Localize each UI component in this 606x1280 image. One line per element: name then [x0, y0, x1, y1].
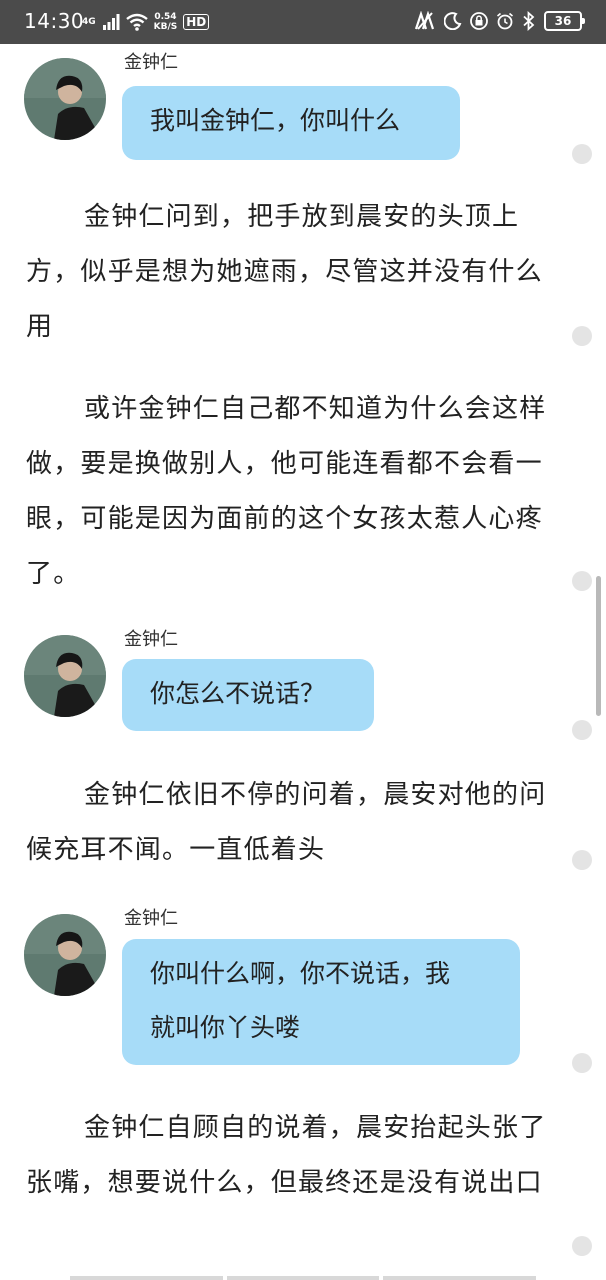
bottom-edge-strip — [70, 1276, 537, 1280]
speaker-name: 金钟仁 — [124, 629, 178, 650]
reader-content[interactable]: 金钟仁 我叫金钟仁，你叫什么 金钟仁问到，把手放到晨安的头顶上方，似乎是想为她遮… — [0, 44, 606, 1280]
wifi-icon — [125, 13, 148, 31]
story-paragraph: 或许金钟仁自己都不知道为什么会这样做，要是换做别人，他可能连看都不会看一眼，可能… — [26, 394, 547, 589]
moon-icon — [444, 12, 462, 30]
signal-icon — [102, 14, 120, 30]
story-paragraph: 金钟仁自顾自的说着，晨安抬起头张了张嘴，想要说什么，但最终还是没有说出口 — [26, 1113, 547, 1198]
paragraph-comment-dot[interactable] — [572, 1236, 592, 1256]
paragraph-comment-dot[interactable] — [572, 720, 592, 740]
bubble-text-line: 你叫什么啊，你不说话，我 — [150, 959, 451, 988]
status-time: 14:30 — [24, 9, 85, 33]
lock-icon — [470, 12, 488, 30]
speed-value: 0.54 — [154, 12, 177, 22]
hd-badge: HD — [183, 14, 210, 30]
paragraph-comment-dot[interactable] — [572, 144, 592, 164]
avatar[interactable] — [24, 58, 106, 140]
status-right-icons: 36 — [414, 11, 585, 31]
avatar[interactable] — [24, 914, 106, 996]
status-left-icons: 4G 0.54 KB/S HD — [82, 12, 210, 32]
paragraph-comment-dot[interactable] — [572, 1053, 592, 1073]
avatar-portrait-icon — [24, 635, 106, 717]
speed-unit: KB/S — [153, 22, 178, 32]
avatar-portrait-icon — [24, 58, 106, 140]
network-speed: 0.54 KB/S — [154, 12, 178, 32]
bubble-text-line: 我叫金钟仁，你叫什么 — [150, 106, 401, 135]
paragraph-comment-dot[interactable] — [572, 571, 592, 591]
bluetooth-icon — [523, 11, 535, 31]
chat-bubble: 你叫什么啊，你不说话，我 就叫你丫头喽 — [122, 939, 520, 1065]
speaker-name: 金钟仁 — [124, 908, 178, 929]
chat-bubble: 你怎么不说话？ — [122, 659, 374, 731]
avatar-portrait-icon — [24, 914, 106, 996]
avatar[interactable] — [24, 635, 106, 717]
paragraph-comment-dot[interactable] — [572, 326, 592, 346]
chat-bubble: 我叫金钟仁，你叫什么 — [122, 86, 460, 160]
bubble-text-line: 你怎么不说话？ — [150, 679, 326, 708]
alarm-icon — [496, 12, 514, 30]
bubble-text-line: 就叫你丫头喽 — [150, 1013, 301, 1042]
status-bar: 14:30 4G 0.54 KB/S HD 36 — [0, 0, 606, 44]
paragraph-comment-dot[interactable] — [572, 850, 592, 870]
nfc-icon — [414, 11, 435, 30]
scrollbar[interactable] — [596, 576, 601, 716]
network-type-label: 4G — [82, 16, 96, 27]
story-paragraph: 金钟仁问到，把手放到晨安的头顶上方，似乎是想为她遮雨，尽管这并没有什么用 — [26, 202, 543, 342]
story-paragraph: 金钟仁依旧不停的问着，晨安对他的问候充耳不闻。一直低着头 — [26, 780, 547, 865]
battery-icon: 36 — [544, 11, 585, 31]
speaker-name: 金钟仁 — [124, 52, 178, 73]
